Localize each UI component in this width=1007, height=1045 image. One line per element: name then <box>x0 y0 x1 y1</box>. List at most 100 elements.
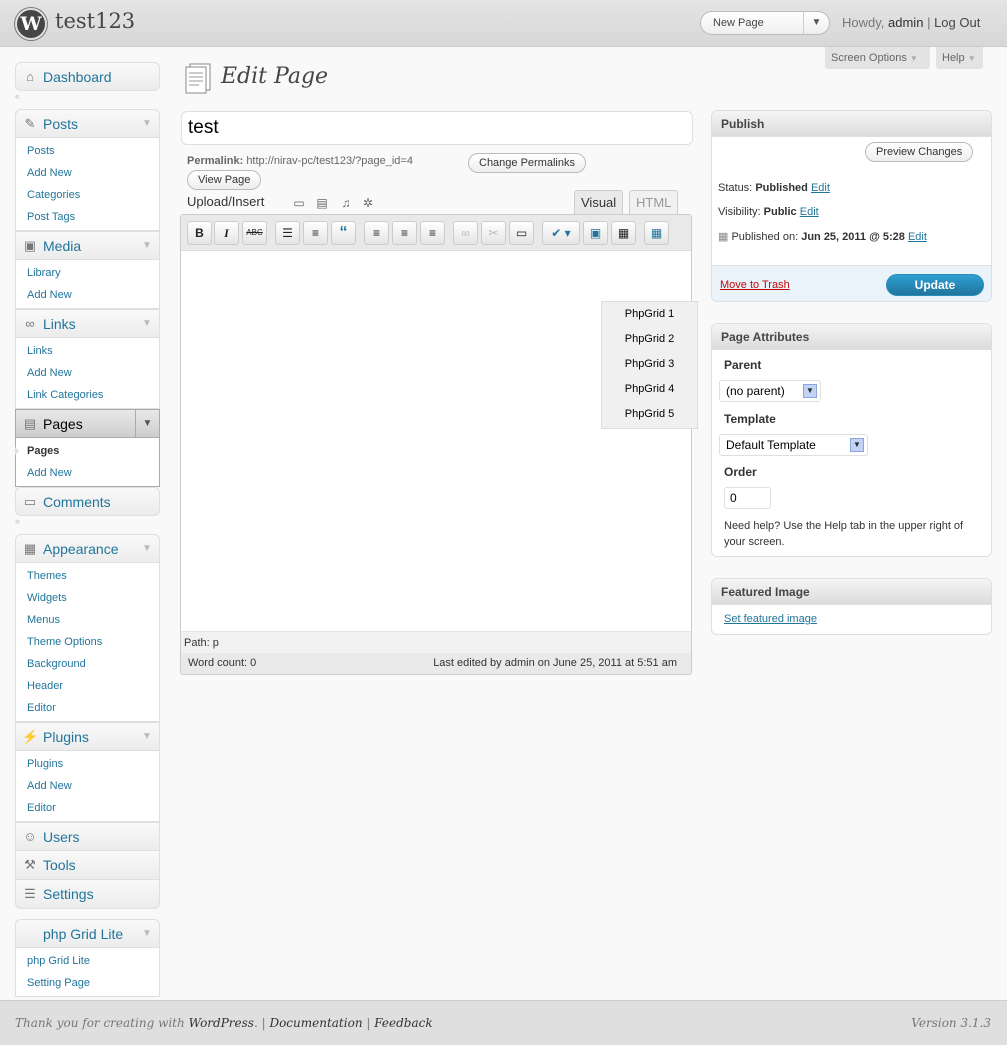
submenu-item[interactable]: Menus <box>16 609 159 631</box>
logout-link[interactable]: Log Out <box>934 15 980 30</box>
menu-settings[interactable]: ☰ Settings <box>15 880 160 909</box>
submenu-item[interactable]: Add New <box>16 284 159 306</box>
italic-icon[interactable]: I <box>214 221 239 245</box>
change-permalinks-button[interactable]: Change Permalinks <box>468 153 586 173</box>
update-button[interactable]: Update <box>886 274 984 296</box>
editor-content-area[interactable]: PhpGrid 1 PhpGrid 2 PhpGrid 3 PhpGrid 4 … <box>181 251 698 631</box>
menu-label[interactable]: Users <box>43 829 80 845</box>
chevron-down-icon[interactable]: ▼ <box>135 110 159 137</box>
menu-plugins[interactable]: ⚡ Plugins ▼ <box>15 722 160 751</box>
blockquote-icon[interactable]: “ <box>331 221 356 245</box>
menu-label[interactable]: Posts <box>43 116 78 132</box>
documentation-link[interactable]: Documentation <box>269 1016 362 1030</box>
chevron-down-icon[interactable]: ▼ <box>850 438 864 452</box>
add-media-icon[interactable]: ✲ <box>360 195 376 211</box>
fullscreen-icon[interactable]: ▣ <box>583 221 608 245</box>
menu-posts[interactable]: ✎ Posts ▼ <box>15 109 160 138</box>
php-grid-icon[interactable]: ▦ <box>644 221 669 245</box>
move-to-trash-link[interactable]: Move to Trash <box>720 279 790 291</box>
submenu-item[interactable]: Post Tags <box>16 206 159 228</box>
menu-media[interactable]: ▣ Media ▼ <box>15 231 160 260</box>
featured-image-title[interactable]: Featured Image <box>712 579 991 605</box>
submenu-item[interactable]: Add New <box>16 775 159 797</box>
submenu-item[interactable]: Theme Options <box>16 631 159 653</box>
chevron-down-icon[interactable]: ▼ <box>135 723 159 750</box>
unlink-icon[interactable]: ✂ <box>481 221 506 245</box>
submenu-item[interactable]: Add New <box>16 462 159 484</box>
tab-visual[interactable]: Visual <box>574 190 624 214</box>
screen-options-label[interactable]: Screen Options <box>831 52 907 64</box>
submenu-item[interactable]: Background <box>16 653 159 675</box>
chevron-down-icon[interactable]: ▼ <box>803 384 817 398</box>
menu-label[interactable]: Pages <box>43 416 83 432</box>
insert-link-icon[interactable]: ∞ <box>453 221 478 245</box>
submenu-item[interactable]: Add New <box>16 362 159 384</box>
edit-date-link[interactable]: Edit <box>908 231 927 243</box>
menu-appearance[interactable]: ▦ Appearance ▼ <box>15 534 160 563</box>
align-center-icon[interactable]: ≡ <box>392 221 417 245</box>
menu-label[interactable]: Tools <box>43 857 76 873</box>
feedback-link[interactable]: Feedback <box>374 1016 432 1030</box>
submenu-item[interactable]: Link Categories <box>16 384 159 406</box>
menu-label[interactable]: Media <box>43 238 81 254</box>
chevron-down-icon[interactable]: ▼ <box>135 232 159 259</box>
submenu-item-current[interactable]: Pages <box>15 440 159 462</box>
preview-changes-button[interactable]: Preview Changes <box>865 142 974 162</box>
submenu-item[interactable]: Editor <box>16 797 159 819</box>
chevron-down-icon[interactable]: ▼ <box>803 12 829 34</box>
post-title-input[interactable] <box>181 111 693 145</box>
add-audio-icon[interactable]: ♫ <box>338 195 354 211</box>
add-video-icon[interactable]: ▤ <box>314 195 330 211</box>
chevron-down-icon[interactable]: ▼ <box>135 535 159 562</box>
menu-label[interactable]: Settings <box>43 886 94 902</box>
page-attributes-title[interactable]: Page Attributes <box>712 324 991 350</box>
kitchen-sink-icon[interactable]: ▦ <box>611 221 636 245</box>
spellcheck-icon[interactable]: ✔ ▾ <box>542 221 580 245</box>
favorite-actions-dropdown[interactable]: New Page ▼ <box>700 11 830 35</box>
menu-comments[interactable]: ▭ Comments <box>15 487 160 516</box>
submenu-item[interactable]: Categories <box>16 184 159 206</box>
menu-label[interactable]: Comments <box>43 494 111 510</box>
order-input[interactable]: 0 <box>724 487 771 509</box>
menu-tools[interactable]: ⚒ Tools <box>15 851 160 880</box>
template-select[interactable]: Default Template ▼ <box>719 434 868 456</box>
favorite-actions-label[interactable]: New Page <box>713 17 764 29</box>
username-link[interactable]: admin <box>888 15 923 30</box>
align-right-icon[interactable]: ≡ <box>420 221 445 245</box>
php-grid-menu-item[interactable]: PhpGrid 2 <box>602 327 697 352</box>
chevron-down-icon[interactable]: ▼ <box>135 410 159 437</box>
submenu-item[interactable]: php Grid Lite <box>16 950 159 972</box>
submenu-item[interactable]: Header <box>16 675 159 697</box>
php-grid-menu-item[interactable]: PhpGrid 4 <box>602 377 697 402</box>
bullet-list-icon[interactable]: ☰ <box>275 221 300 245</box>
php-grid-menu-item[interactable]: PhpGrid 1 <box>602 302 697 327</box>
site-title[interactable]: test123 <box>55 9 135 33</box>
submenu-item[interactable]: Setting Page <box>16 972 159 994</box>
chevron-down-icon[interactable]: ▼ <box>135 920 159 947</box>
menu-php-grid-lite[interactable]: php Grid Lite ▼ <box>15 919 160 948</box>
menu-dashboard[interactable]: ⌂ Dashboard <box>15 62 160 91</box>
menu-separator[interactable]: « <box>15 91 160 101</box>
bold-icon[interactable]: B <box>187 221 212 245</box>
tab-html[interactable]: HTML <box>629 190 679 214</box>
submenu-item[interactable]: Widgets <box>16 587 159 609</box>
menu-links[interactable]: ∞ Links ▼ <box>15 309 160 338</box>
help-label[interactable]: Help <box>942 52 965 64</box>
submenu-item[interactable]: Library <box>16 262 159 284</box>
menu-label[interactable]: Appearance <box>43 541 119 557</box>
edit-visibility-link[interactable]: Edit <box>800 206 819 218</box>
parent-select-value[interactable]: (no parent) <box>726 384 785 398</box>
help-tab[interactable]: Help ▼ <box>936 47 983 69</box>
parent-select[interactable]: (no parent) ▼ <box>719 380 821 402</box>
php-grid-menu-item[interactable]: PhpGrid 3 <box>602 352 697 377</box>
chevron-down-icon[interactable]: ▼ <box>135 310 159 337</box>
numbered-list-icon[interactable]: ≡ <box>303 221 328 245</box>
align-left-icon[interactable]: ≡ <box>364 221 389 245</box>
screen-options-tab[interactable]: Screen Options ▼ <box>825 47 930 69</box>
permalink-url[interactable]: http://nirav-pc/test123/?page_id=4 <box>246 155 413 167</box>
submenu-item[interactable]: Editor <box>16 697 159 719</box>
template-select-value[interactable]: Default Template <box>726 438 816 452</box>
submenu-item[interactable]: Themes <box>16 565 159 587</box>
set-featured-image-link[interactable]: Set featured image <box>724 613 817 625</box>
menu-label[interactable]: Plugins <box>43 729 89 745</box>
